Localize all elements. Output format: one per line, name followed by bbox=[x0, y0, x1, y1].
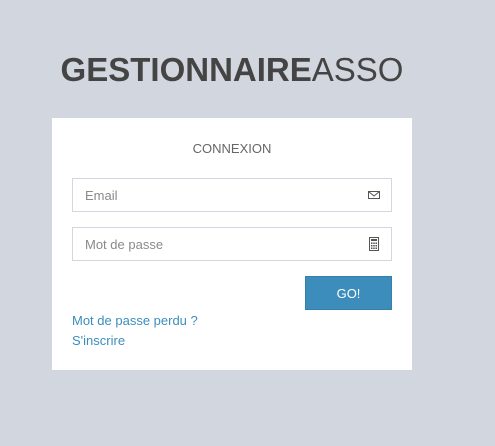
register-link[interactable]: S'inscrire bbox=[72, 332, 125, 350]
keypad-icon bbox=[367, 237, 381, 251]
login-box-title: CONNEXION bbox=[192, 141, 272, 156]
email-input[interactable] bbox=[73, 179, 353, 211]
logo-light-text: ASSO bbox=[311, 51, 404, 88]
lost-password-link[interactable]: Mot de passe perdu ? bbox=[72, 312, 198, 330]
email-field-wrapper bbox=[72, 178, 392, 212]
password-input[interactable] bbox=[73, 228, 353, 260]
login-box: CONNEXION Email GO! Mot de passe perdu ?… bbox=[52, 118, 412, 370]
submit-button[interactable]: GO! bbox=[305, 276, 392, 310]
app-logo: GESTIONNAIREASSO bbox=[0, 48, 464, 92]
envelope-icon bbox=[367, 188, 381, 202]
logo-bold-text: GESTIONNAIRE bbox=[60, 51, 312, 88]
password-field-wrapper bbox=[72, 227, 392, 261]
